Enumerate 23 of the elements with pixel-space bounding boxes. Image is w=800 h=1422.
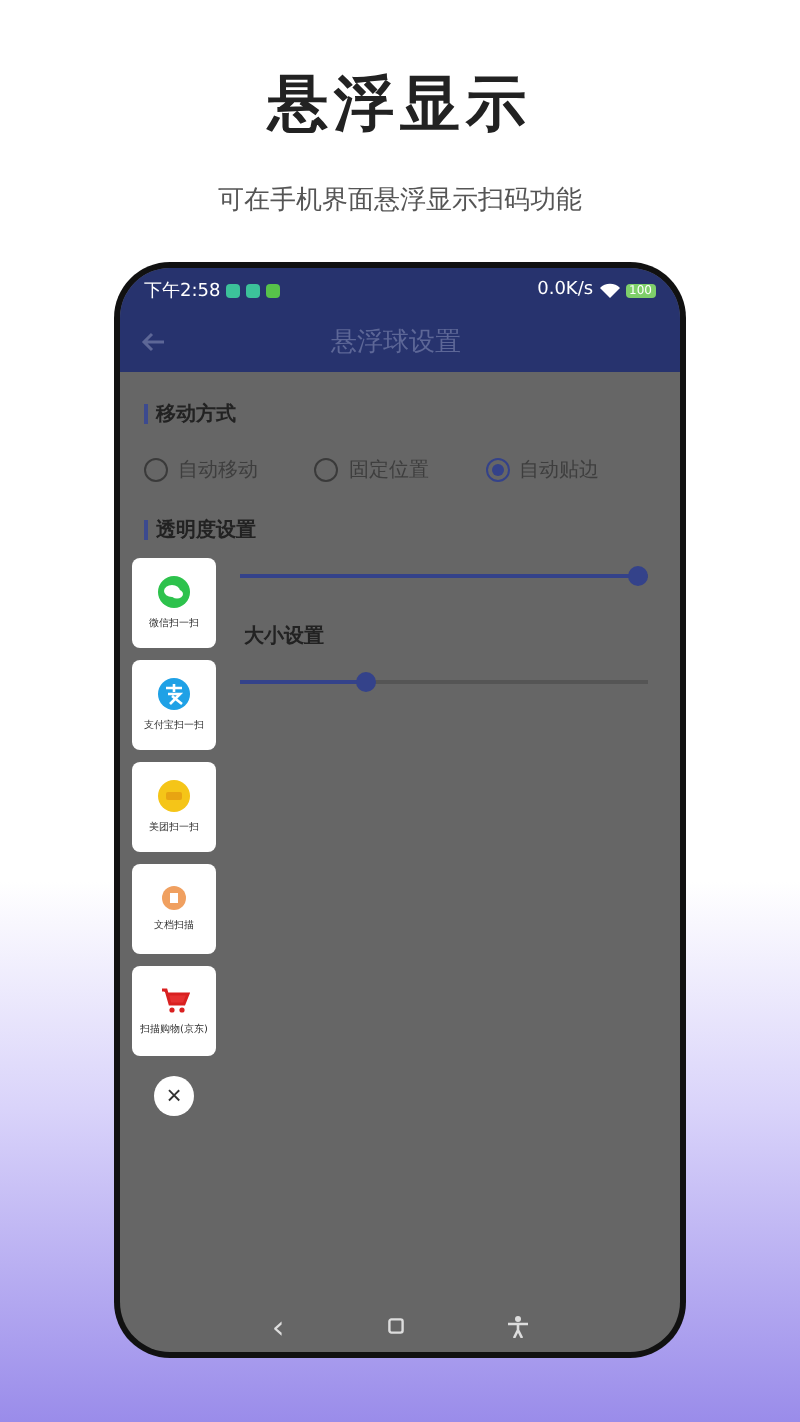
close-button[interactable]: × (154, 1076, 194, 1116)
network-speed: 0.0K/s (537, 280, 594, 300)
pay-logo-icon (158, 678, 190, 710)
home-button-icon[interactable] (388, 1318, 405, 1334)
section-title: 透明度设置 (156, 516, 256, 544)
section-title: 移动方式 (156, 400, 236, 428)
page-subtitle: 可在手机界面悬浮显示扫码功能 (218, 184, 582, 218)
accessibility-icon[interactable] (508, 1315, 529, 1337)
status-time: 下午2:58 (144, 279, 221, 303)
slider-thumb[interactable] (628, 566, 648, 586)
nav-back-button[interactable]: ‹ (271, 1307, 285, 1345)
slider-thumb[interactable] (356, 672, 377, 692)
radio-circle[interactable] (485, 458, 510, 482)
document-circle-icon (162, 886, 186, 910)
radio-circle[interactable] (314, 458, 339, 482)
chat-bubbles-icon (158, 576, 190, 608)
wifi-icon (599, 282, 620, 298)
section-title: 大小设置 (244, 623, 324, 650)
cart-icon (159, 986, 189, 1014)
coin-logo-icon (158, 780, 190, 812)
page-title: 悬浮显示 (268, 68, 532, 144)
back-arrow-icon[interactable] (140, 332, 164, 352)
radio-circle[interactable] (144, 458, 168, 482)
